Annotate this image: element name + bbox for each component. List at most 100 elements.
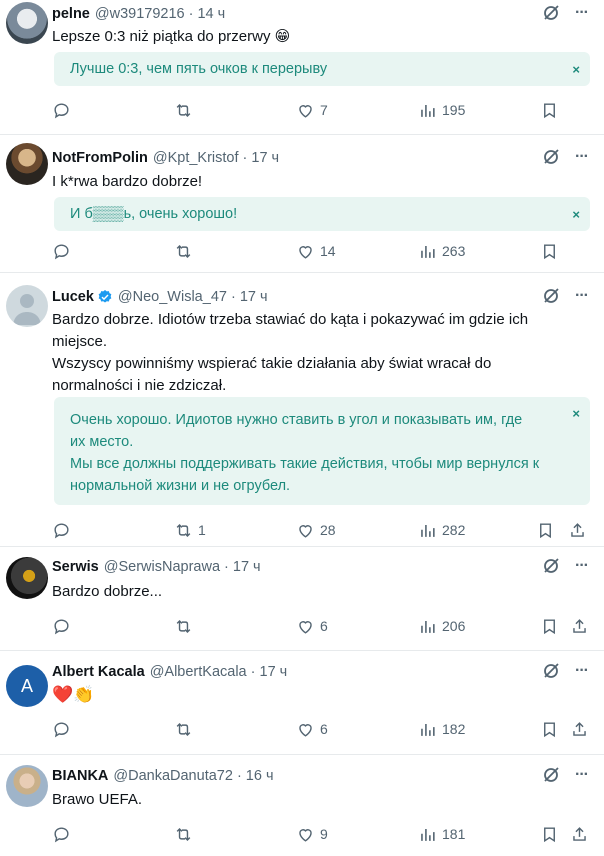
views-icon (421, 723, 435, 736)
retweet-button[interactable]: 1 (174, 518, 206, 542)
retweet-button[interactable] (174, 717, 198, 741)
handle-and-time[interactable]: @w39179216 · 14 ч (95, 6, 225, 22)
share-button[interactable] (570, 822, 589, 846)
more-icon[interactable]: ··· (575, 662, 589, 680)
share-icon (573, 826, 586, 841)
grok-icon[interactable] (541, 147, 561, 167)
reply-button[interactable] (52, 518, 76, 542)
like-button[interactable]: 28 (296, 518, 336, 542)
handle-and-time[interactable]: @Neo_Wisla_47 · 17 ч (118, 289, 268, 305)
views-button[interactable]: 181 (418, 822, 465, 846)
like-button[interactable]: 7 (296, 98, 328, 122)
views-icon (421, 620, 435, 633)
tweet-2[interactable]: NotFromPolin @Kpt_Kristof · 17 ч ··· I k… (0, 135, 604, 273)
more-icon[interactable]: ··· (575, 766, 589, 784)
display-name[interactable]: NotFromPolin (52, 150, 148, 166)
retweet-icon (176, 523, 191, 537)
like-button[interactable]: 6 (296, 717, 328, 741)
heart-icon (299, 245, 312, 259)
like-button[interactable]: 9 (296, 822, 328, 846)
retweet-button[interactable] (174, 98, 198, 122)
avatar[interactable] (6, 557, 48, 599)
grok-icon[interactable] (541, 556, 561, 576)
display-name[interactable]: BIANKA (52, 768, 108, 784)
views-button[interactable]: 195 (418, 98, 465, 122)
handle-and-time[interactable]: @Kpt_Kristof · 17 ч (153, 150, 279, 166)
share-icon (571, 522, 584, 537)
reply-button[interactable] (52, 822, 76, 846)
bookmark-button[interactable] (540, 822, 559, 846)
tweet-5[interactable]: A Albert Kacala @AlbertKacala · 17 ч ···… (0, 651, 604, 755)
tweet-4[interactable]: Serwis @SerwisNaprawa · 17 ч ··· Bardzo … (0, 547, 604, 651)
display-name[interactable]: Albert Kacala (52, 664, 145, 680)
avatar[interactable] (6, 285, 48, 327)
more-icon[interactable]: ··· (575, 287, 589, 305)
tweet-1[interactable]: pelne @w39179216 · 14 ч ··· Lepsze 0:3 n… (0, 0, 604, 135)
bookmark-button[interactable] (540, 239, 559, 263)
handle-and-time[interactable]: @SerwisNaprawa · 17 ч (104, 559, 261, 575)
avatar[interactable] (6, 143, 48, 185)
tweet-text: Bardzo dobrze... (52, 583, 163, 600)
handle-and-time[interactable]: @AlbertKacala · 17 ч (150, 664, 288, 680)
display-name[interactable]: Lucek (52, 289, 94, 305)
reply-button[interactable] (52, 98, 76, 122)
heart-icon (299, 524, 312, 538)
avatar[interactable]: A (6, 665, 48, 707)
display-name[interactable]: Serwis (52, 559, 99, 575)
grok-icon[interactable] (541, 3, 561, 23)
tweet-actions: 1 28 282 (52, 518, 596, 542)
grok-icon[interactable] (541, 286, 561, 306)
translation-text: Очень хорошо. Идиотов нужно ставить в уг… (54, 397, 590, 505)
translation-line: Очень хорошо. Идиотов нужно ставить в уг… (70, 412, 523, 428)
bookmark-button[interactable] (540, 614, 559, 638)
bookmark-button[interactable] (536, 518, 555, 542)
handle-and-time[interactable]: @DankaDanuta72 · 16 ч (113, 768, 273, 784)
retweet-button[interactable] (174, 614, 198, 638)
bookmark-button[interactable] (540, 98, 559, 122)
close-translation-icon[interactable]: × (572, 403, 580, 425)
share-button[interactable] (570, 614, 589, 638)
avatar-letter: A (20, 675, 33, 696)
like-count: 9 (320, 826, 328, 842)
tweet-header: Serwis @SerwisNaprawa · 17 ч (52, 556, 261, 578)
views-button[interactable]: 282 (418, 518, 465, 542)
share-button[interactable] (568, 518, 587, 542)
reply-icon (54, 522, 69, 538)
reply-icon (54, 826, 69, 842)
reply-button[interactable] (52, 614, 76, 638)
reply-button[interactable] (52, 239, 76, 263)
avatar[interactable] (6, 2, 48, 44)
views-button[interactable]: 206 (418, 614, 465, 638)
tweet-header: Albert Kacala @AlbertKacala · 17 ч (52, 661, 287, 683)
close-translation-icon[interactable]: × (572, 59, 580, 81)
views-button[interactable]: 263 (418, 239, 465, 263)
views-button[interactable]: 182 (418, 717, 465, 741)
like-button[interactable]: 14 (296, 239, 336, 263)
views-count: 182 (442, 721, 466, 737)
reply-icon (54, 721, 69, 737)
retweet-icon (176, 619, 191, 633)
more-icon[interactable]: ··· (575, 148, 589, 166)
reply-button[interactable] (52, 717, 76, 741)
share-button[interactable] (570, 717, 589, 741)
bookmark-icon (540, 522, 551, 538)
grok-icon[interactable] (541, 765, 561, 785)
more-icon[interactable]: ··· (575, 4, 589, 22)
retweet-icon (176, 827, 191, 841)
avatar[interactable] (6, 765, 48, 807)
reply-icon (54, 243, 69, 259)
like-button[interactable]: 6 (296, 614, 328, 638)
tweet-text-line: Wszyscy powinniśmy wspierać takie działa… (52, 355, 492, 372)
heart-icon (299, 828, 312, 842)
tweet-3[interactable]: Lucek @Neo_Wisla_47 · 17 ч ··· Bardzo do… (0, 273, 604, 547)
tweet-header: Lucek @Neo_Wisla_47 · 17 ч (52, 286, 268, 308)
retweet-button[interactable] (174, 239, 198, 263)
grok-icon[interactable] (541, 661, 561, 681)
retweet-button[interactable] (174, 822, 198, 846)
close-translation-icon[interactable]: × (572, 204, 580, 226)
tweet-6[interactable]: BIANKA @DankaDanuta72 · 16 ч ··· Brawo U… (0, 755, 604, 856)
display-name[interactable]: pelne (52, 6, 90, 22)
tweet-text-line: Bardzo dobrze. Idiotów trzeba stawiać do… (52, 311, 529, 328)
more-icon[interactable]: ··· (575, 557, 589, 575)
bookmark-button[interactable] (540, 717, 559, 741)
